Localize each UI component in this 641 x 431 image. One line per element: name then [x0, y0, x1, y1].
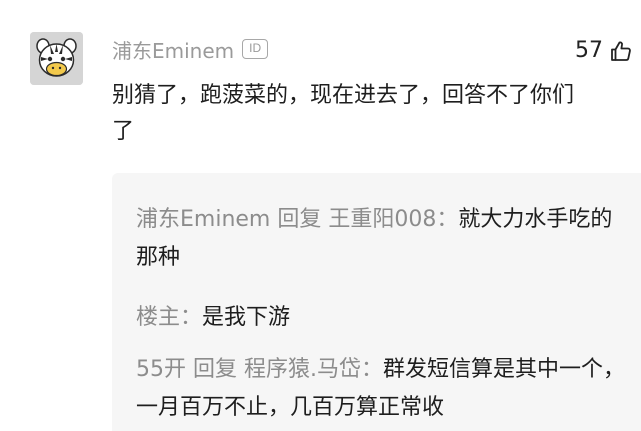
reply-item[interactable]: 55开 回复 程序猿.马岱：群发短信算是其中一个，一月百万不止，几百万算正常收 [136, 351, 626, 427]
reply-item[interactable]: 浦东Eminem 回复 王重阳008：就大力水手吃的那种 [136, 201, 626, 277]
like-button[interactable]: 57 [575, 38, 633, 63]
like-count: 57 [575, 38, 603, 63]
reply-colon: ： [436, 207, 459, 232]
replies-panel: 浦东Eminem 回复 王重阳008：就大力水手吃的那种 楼主：是我下游 55开… [112, 173, 641, 431]
reply-author[interactable]: 浦东Eminem [136, 207, 270, 232]
comment-header: 浦东Eminem ID [112, 34, 269, 64]
comment-username[interactable]: 浦东Eminem [112, 35, 234, 64]
reply-text: 是我下游 [202, 305, 291, 330]
comment-content: 别猜了，跑菠菜的，现在进去了，回答不了你们了 [112, 83, 575, 144]
thumbs-up-icon [611, 40, 631, 61]
reply-colon: ： [361, 357, 384, 382]
reply-author[interactable]: 55开 [136, 357, 186, 382]
reply-target[interactable]: 程序猿.马岱 [244, 357, 361, 382]
comment-item: 浦东Eminem ID 57 别猜了，跑菠菜的，现在进去了，回答不了你们了 浦东… [0, 0, 641, 431]
zebra-avatar-icon [30, 32, 83, 85]
reply-author[interactable]: 楼主 [136, 305, 180, 330]
reply-op: 回复 [277, 207, 322, 232]
id-badge-icon: ID [242, 39, 269, 59]
reply-op: 回复 [193, 357, 238, 382]
reply-item[interactable]: 楼主：是我下游 [136, 299, 626, 337]
reply-colon: ： [180, 305, 203, 330]
user-avatar[interactable] [30, 32, 83, 85]
reply-target[interactable]: 王重阳008 [328, 207, 436, 232]
